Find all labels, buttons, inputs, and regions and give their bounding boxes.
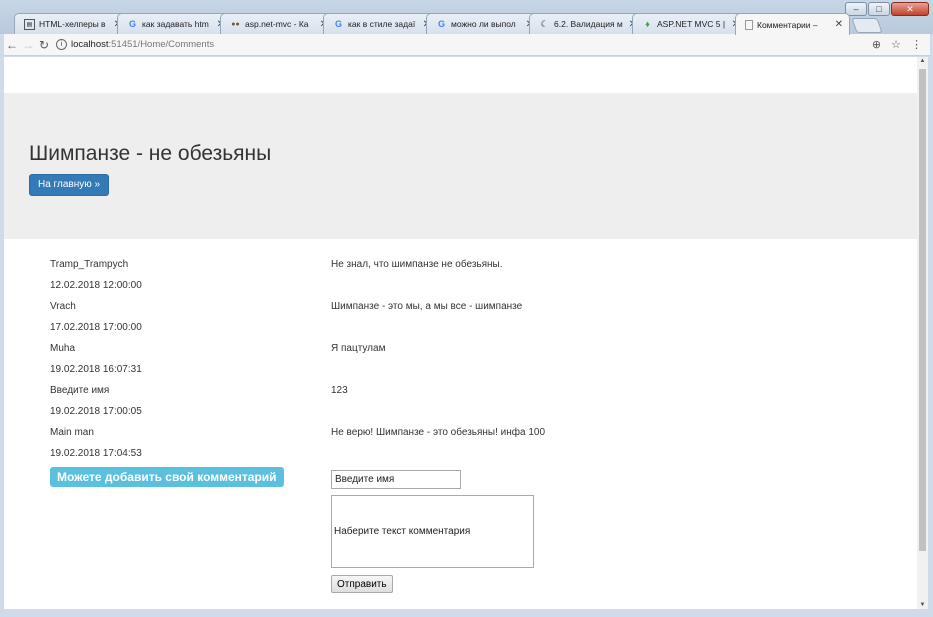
comment-author: Tramp_Trampych [50, 259, 129, 270]
comment-author: Vrach [50, 301, 76, 312]
zoom-icon[interactable]: ⊕ [872, 38, 881, 51]
info-icon[interactable]: i [56, 39, 67, 50]
google-icon: G [128, 19, 136, 29]
url-host: localhost [71, 39, 109, 50]
vertical-scrollbar[interactable]: ▲ ▼ [917, 57, 928, 609]
leaf-icon: ♦ [645, 19, 650, 29]
tab-title: HTML-хелперы в [39, 19, 106, 29]
comment-text: 123 [331, 385, 348, 396]
scroll-down-icon[interactable]: ▼ [917, 602, 928, 608]
scroll-thumb[interactable] [919, 69, 926, 551]
name-input[interactable] [331, 470, 461, 489]
jumbotron: Шимпанзе - не обезьяны На главную » [4, 93, 917, 239]
back-icon[interactable]: ← [4, 38, 20, 52]
comment-date: 12.02.2018 12:00:00 [50, 280, 142, 291]
comment-author: Muha [50, 343, 76, 354]
comment-date: 19.02.2018 16:07:31 [50, 364, 142, 375]
browser-window: – □ ✕ ▤ HTML-хелперы в ✕ G как задавать … [0, 0, 933, 617]
tab[interactable]: G как в стиле задаї ✕ [323, 13, 438, 34]
url-path: :51451/Home/Comments [108, 39, 215, 50]
comment-text: Не верю! Шимпанзе - это обезьяны! инфа 1… [331, 427, 546, 438]
tab[interactable]: G можно ли выпол ✕ [426, 13, 541, 34]
tab[interactable]: G как задавать htm ✕ [117, 13, 232, 34]
close-button[interactable]: ✕ [891, 2, 929, 16]
comment-textarea[interactable] [331, 495, 534, 568]
scroll-up-icon[interactable]: ▲ [917, 58, 928, 64]
forward-icon[interactable]: → [20, 38, 36, 52]
reload-icon[interactable]: ↻ [36, 38, 52, 52]
new-tab-button[interactable] [851, 18, 883, 33]
submit-button[interactable]: Отправить [331, 575, 393, 593]
toolbar: ← → ↻ i localhost:51451/Home/Comments ⊕ … [4, 34, 930, 56]
stackoverflow-icon: ●● [231, 20, 240, 28]
page-title: Шимпанзе - не обезьяны [29, 142, 272, 165]
comment-text: Шимпанзе - это мы, а мы все - шимпанзе [331, 301, 523, 312]
window-bottom-frame [0, 609, 933, 617]
google-icon: G [437, 19, 445, 29]
tab-title: Комментарии – [757, 19, 818, 30]
close-icon[interactable]: ✕ [835, 19, 843, 30]
tab-title: 6.2. Валидация м [554, 19, 623, 29]
tab-active[interactable]: Комментарии – ✕ [735, 13, 850, 35]
tab[interactable]: ♦ ASP.NET MVC 5 | ✕ [632, 13, 747, 34]
tab-title: как задавать htm [142, 19, 209, 29]
menu-icon[interactable]: ⋮ [911, 38, 922, 51]
tab-title: asp.net-mvc - Ка [245, 19, 309, 29]
google-icon: G [334, 19, 342, 29]
tab-title: можно ли выпол [451, 19, 516, 29]
tab[interactable]: ☾ 6.2. Валидация м ✕ [529, 13, 644, 34]
comment-text: Не знал, что шимпанзе не обезьяны. [331, 259, 503, 270]
comment-text: Я пацтулам [331, 343, 386, 354]
toolbar-right: ⊕ ☆ ⋮ [872, 38, 922, 51]
page-icon: ▤ [24, 18, 35, 30]
address-bar[interactable]: i localhost:51451/Home/Comments [56, 36, 872, 54]
comment-date: 19.02.2018 17:00:05 [50, 406, 142, 417]
comment-date: 19.02.2018 17:04:53 [50, 448, 142, 459]
comment-author: Введите имя [50, 385, 110, 396]
add-comment-label: Можете добавить свой комментарий [50, 467, 284, 487]
bookmark-star-icon[interactable]: ☆ [891, 38, 901, 51]
tab[interactable]: ▤ HTML-хелперы в ✕ [14, 13, 129, 34]
home-button[interactable]: На главную » [29, 174, 110, 196]
tab-strip: ▤ HTML-хелперы в ✕ G как задавать htm ✕ … [14, 13, 883, 35]
tab-title: ASP.NET MVC 5 | [657, 19, 726, 29]
tab[interactable]: ●● asp.net-mvc - Ка ✕ [220, 13, 335, 34]
comment-author: Main man [50, 427, 94, 438]
page-icon [745, 19, 753, 30]
comment-date: 17.02.2018 17:00:00 [50, 322, 142, 333]
page-viewport: Шимпанзе - не обезьяны На главную » Tram… [4, 57, 917, 609]
tab-title: как в стиле задаї [348, 19, 416, 29]
metanit-icon: ☾ [540, 18, 549, 29]
